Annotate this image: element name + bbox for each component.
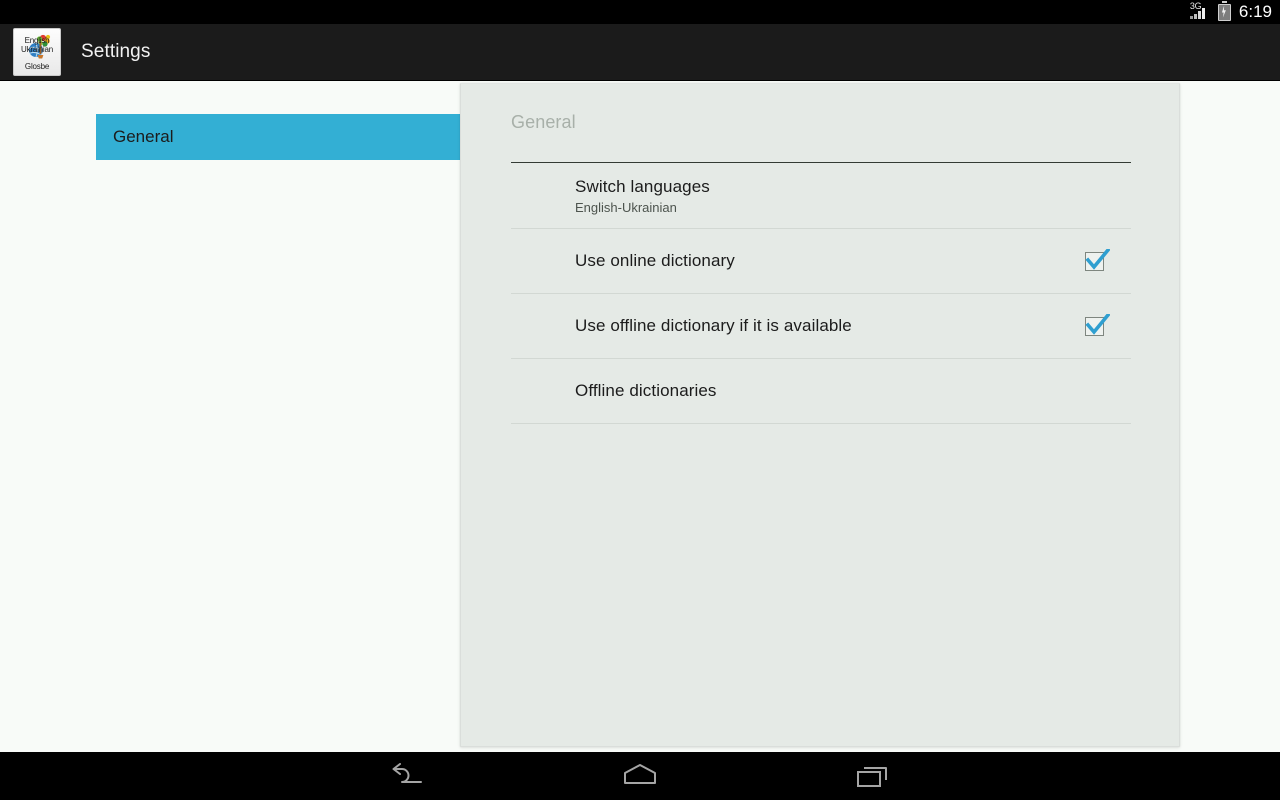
checkbox-use-online-dictionary[interactable] xyxy=(1085,248,1110,271)
preference-summary: English-Ukrainian xyxy=(575,199,677,215)
preference-row-use-online-dictionary[interactable]: Use online dictionary xyxy=(511,229,1131,294)
preference-text-group: Use online dictionary xyxy=(575,250,1085,272)
preference-text-group: Use offline dictionary if it is availabl… xyxy=(575,315,1085,337)
battery-charging-icon xyxy=(1217,1,1231,21)
preference-row-offline-dictionaries[interactable]: Offline dictionaries xyxy=(511,359,1131,424)
preference-text-group: Offline dictionaries xyxy=(575,380,1129,402)
back-icon xyxy=(392,763,423,783)
status-bar-right: 3G 6:19 xyxy=(1189,0,1272,24)
nav-back-button[interactable] xyxy=(349,752,465,800)
navigation-bar xyxy=(0,752,1280,800)
settings-detail-panel: General Switch languages English-Ukraini… xyxy=(460,83,1180,747)
app-icon-glosbe[interactable]: English Ukrainian Glosbe xyxy=(13,28,61,76)
sidebar-item-general[interactable]: General xyxy=(96,114,460,160)
preference-row-use-offline-dictionary[interactable]: Use offline dictionary if it is availabl… xyxy=(511,294,1131,359)
checkbox-use-offline-dictionary[interactable] xyxy=(1085,313,1110,336)
app-icon-line2: Ukrainian xyxy=(21,45,53,54)
action-bar: English Ukrainian Glosbe Settings xyxy=(0,24,1280,81)
home-icon xyxy=(623,764,656,784)
signal-bars-icon: 3G xyxy=(1189,2,1212,21)
preference-title: Switch languages xyxy=(575,176,710,196)
nav-home-button[interactable] xyxy=(582,752,698,800)
nav-recents-button[interactable] xyxy=(815,752,931,800)
checkmark-icon xyxy=(1085,313,1110,335)
sidebar-item-label: General xyxy=(113,127,174,146)
preference-title: Use offline dictionary if it is availabl… xyxy=(575,316,852,335)
page-title: Settings xyxy=(81,41,151,62)
checkmark-icon xyxy=(1085,248,1110,270)
preference-text-group: Switch languages English-Ukrainian xyxy=(575,176,1129,216)
recent-apps-icon xyxy=(856,767,887,787)
settings-header-sidebar: General xyxy=(0,81,460,752)
preference-row-switch-languages[interactable]: Switch languages English-Ukrainian xyxy=(511,163,1131,229)
status-bar: 3G 6:19 xyxy=(0,0,1280,24)
android-screen: 3G 6:19 English Ukrainian Glosbe Setting… xyxy=(0,0,1280,800)
app-icon-line3: Glosbe xyxy=(24,62,50,71)
panel-header-title: General xyxy=(511,112,576,132)
app-icon-line1: English xyxy=(24,36,50,45)
signal-bars-glyph xyxy=(1189,8,1212,19)
status-bar-clock: 6:19 xyxy=(1238,2,1272,21)
preference-title: Offline dictionaries xyxy=(575,381,717,400)
preference-title: Use online dictionary xyxy=(575,251,735,270)
preference-list: Switch languages English-Ukrainian Use o… xyxy=(511,163,1131,424)
